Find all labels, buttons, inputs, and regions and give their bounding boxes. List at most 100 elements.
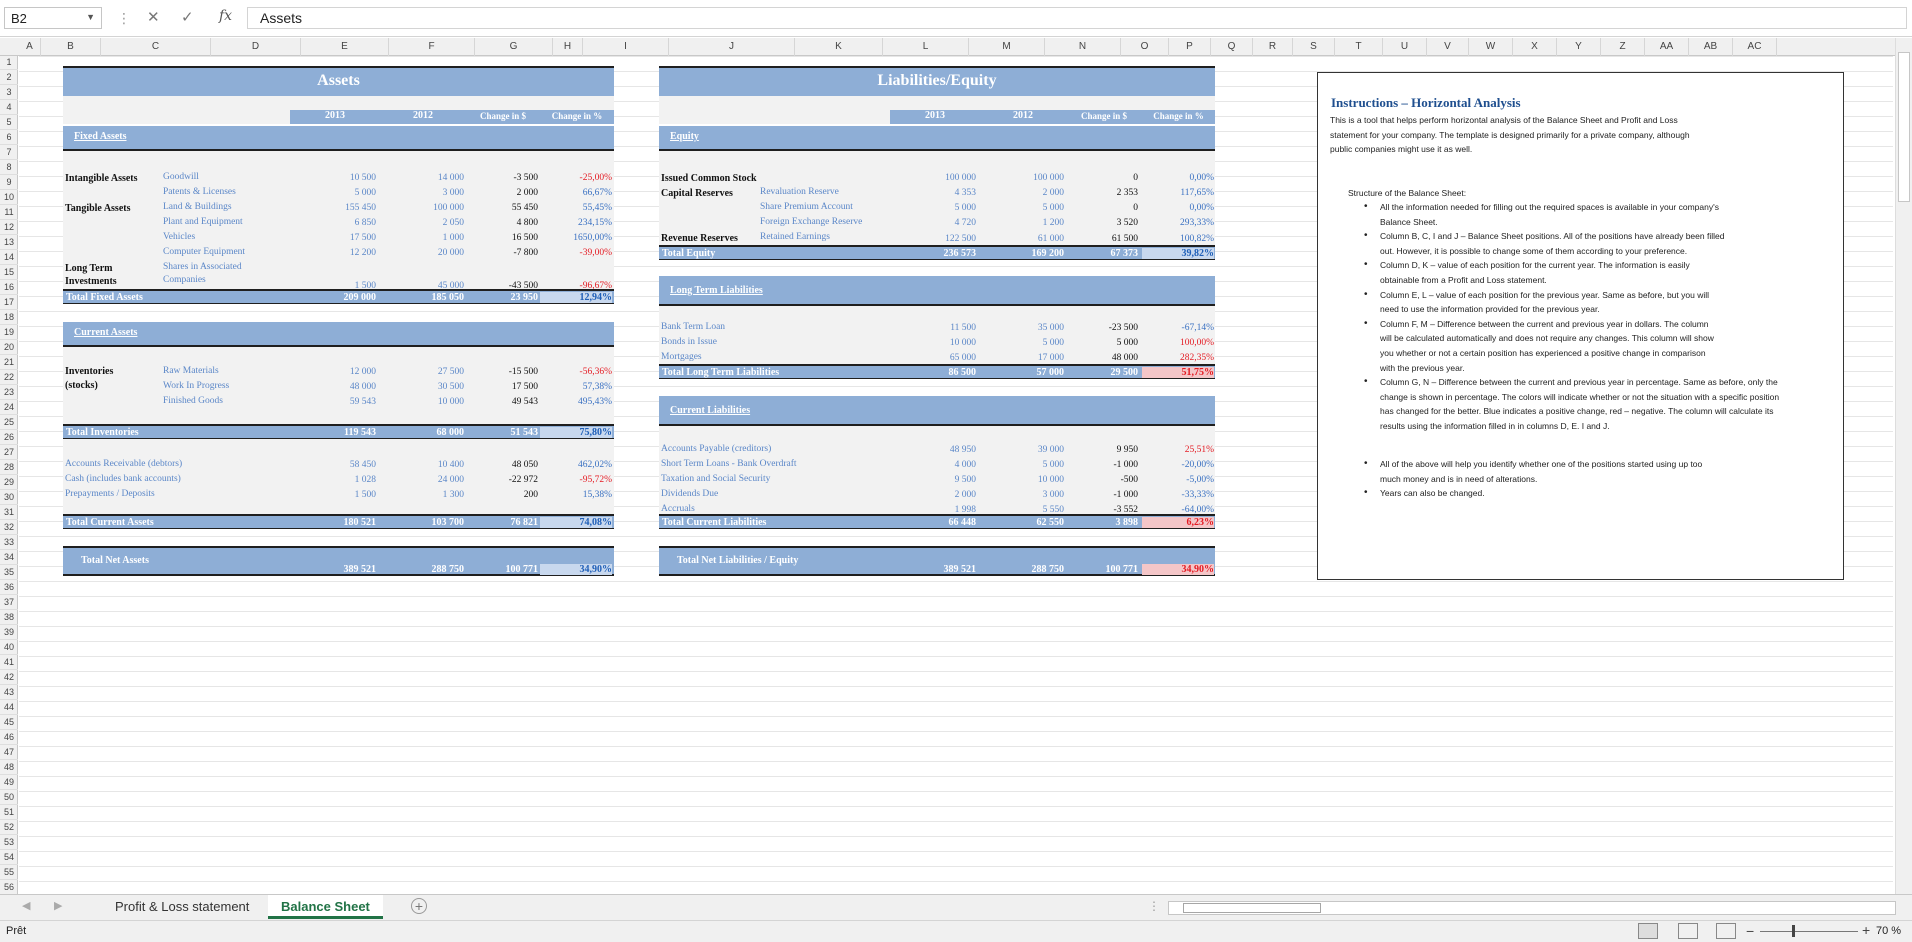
row-header[interactable]: 41 bbox=[0, 655, 18, 670]
inventory-value-2013[interactable]: 48 000 bbox=[290, 382, 376, 392]
retained-2012[interactable]: 61 000 bbox=[978, 234, 1064, 244]
column-header[interactable]: W bbox=[1469, 38, 1513, 56]
row-header[interactable]: 54 bbox=[0, 850, 18, 865]
column-header[interactable]: AA bbox=[1645, 38, 1689, 56]
issued-pct[interactable]: 0,00% bbox=[1142, 173, 1214, 183]
cl-pct[interactable]: -33,33% bbox=[1142, 490, 1214, 500]
row-header[interactable]: 48 bbox=[0, 760, 18, 775]
ltl-pct[interactable]: 100,00% bbox=[1142, 338, 1214, 348]
long-term-liabilities-title[interactable]: Long Term Liabilities bbox=[659, 276, 1215, 306]
next-sheet-icon[interactable]: ▶ bbox=[54, 899, 62, 912]
row-header[interactable]: 16 bbox=[0, 280, 18, 295]
total-net-liab-row[interactable]: Total Net Liabilities / Equity 389 521 2… bbox=[659, 546, 1215, 576]
fixed-asset-change[interactable]: 4 800 bbox=[466, 218, 538, 228]
column-header[interactable]: P bbox=[1169, 38, 1211, 56]
fixed-asset-value-2012[interactable]: 14 000 bbox=[378, 173, 464, 183]
row-header[interactable]: 55 bbox=[0, 865, 18, 880]
cl-value-2013[interactable]: 9 500 bbox=[890, 475, 976, 485]
fixed-asset-value-2012[interactable]: 1 000 bbox=[378, 233, 464, 243]
cl-change[interactable]: -1 000 bbox=[1066, 490, 1138, 500]
column-header[interactable]: AB bbox=[1689, 38, 1733, 56]
issued-2013[interactable]: 100 000 bbox=[890, 173, 976, 183]
row-header[interactable]: 31 bbox=[0, 505, 18, 520]
row-header[interactable]: 38 bbox=[0, 610, 18, 625]
retained-pct[interactable]: 100,82% bbox=[1142, 234, 1214, 244]
row-header[interactable]: 14 bbox=[0, 250, 18, 265]
zoom-slider[interactable] bbox=[1760, 931, 1858, 932]
ltl-change[interactable]: -23 500 bbox=[1066, 323, 1138, 333]
zoom-level[interactable]: 70 % bbox=[1876, 925, 1901, 937]
current-assets-title[interactable]: Current Assets bbox=[63, 322, 614, 347]
issued-change[interactable]: 0 bbox=[1066, 173, 1138, 183]
column-header[interactable]: E bbox=[301, 38, 389, 56]
page-break-icon[interactable] bbox=[1716, 923, 1736, 939]
fixed-asset-pct[interactable]: -25,00% bbox=[540, 173, 612, 183]
inventory-value-2012[interactable]: 30 500 bbox=[378, 382, 464, 392]
row-header[interactable]: 27 bbox=[0, 445, 18, 460]
tab-balance-sheet[interactable]: Balance Sheet bbox=[268, 895, 383, 919]
current-asset-value-2013[interactable]: 1 028 bbox=[290, 475, 376, 485]
inventory-change[interactable]: 49 543 bbox=[466, 397, 538, 407]
row-header[interactable]: 20 bbox=[0, 340, 18, 355]
column-header[interactable]: F bbox=[389, 38, 475, 56]
inventory-change[interactable]: -15 500 bbox=[466, 367, 538, 377]
current-asset-pct[interactable]: 15,38% bbox=[540, 490, 612, 500]
row-header[interactable]: 29 bbox=[0, 475, 18, 490]
fixed-asset-value-2013[interactable]: 12 200 bbox=[290, 248, 376, 258]
total-cl-row[interactable]: Total Current Liabilities 66 448 62 550 … bbox=[659, 514, 1215, 529]
row-header[interactable]: 34 bbox=[0, 550, 18, 565]
normal-view-icon[interactable] bbox=[1638, 923, 1658, 939]
issued-2012[interactable]: 100 000 bbox=[978, 173, 1064, 183]
horizontal-scrollbar[interactable] bbox=[1168, 901, 1896, 915]
scroll-thumb[interactable] bbox=[1898, 52, 1910, 202]
column-header[interactable]: T bbox=[1335, 38, 1383, 56]
cl-pct[interactable]: 25,51% bbox=[1142, 445, 1214, 455]
inventory-pct[interactable]: 57,38% bbox=[540, 382, 612, 392]
current-asset-value-2012[interactable]: 24 000 bbox=[378, 475, 464, 485]
fixed-asset-value-2013[interactable]: 10 500 bbox=[290, 173, 376, 183]
cl-value-2013[interactable]: 2 000 bbox=[890, 490, 976, 500]
column-header[interactable]: G bbox=[475, 38, 553, 56]
row-header[interactable]: 26 bbox=[0, 430, 18, 445]
ltl-value-2013[interactable]: 10 000 bbox=[890, 338, 976, 348]
chevron-down-icon[interactable]: ▼ bbox=[86, 12, 95, 22]
cl-change[interactable]: 9 950 bbox=[1066, 445, 1138, 455]
zoom-thumb[interactable] bbox=[1792, 925, 1795, 937]
ltl-pct[interactable]: -67,14% bbox=[1142, 323, 1214, 333]
total-net-assets-row[interactable]: Total Net Assets 389 521 288 750 100 771… bbox=[63, 546, 614, 576]
column-header[interactable]: V bbox=[1427, 38, 1469, 56]
row-header[interactable]: 46 bbox=[0, 730, 18, 745]
current-asset-change[interactable]: 200 bbox=[466, 490, 538, 500]
column-header[interactable]: Q bbox=[1211, 38, 1253, 56]
row-header[interactable]: 53 bbox=[0, 835, 18, 850]
tab-profit-loss[interactable]: Profit & Loss statement bbox=[102, 895, 262, 919]
fixed-asset-pct[interactable]: 66,67% bbox=[540, 188, 612, 198]
zoom-in-icon[interactable]: + bbox=[1862, 922, 1870, 938]
row-header[interactable]: 52 bbox=[0, 820, 18, 835]
retained-2013[interactable]: 122 500 bbox=[890, 234, 976, 244]
row-header[interactable]: 8 bbox=[0, 160, 18, 175]
cancel-icon[interactable]: ✕ bbox=[147, 8, 160, 26]
column-header[interactable]: U bbox=[1383, 38, 1427, 56]
column-header[interactable]: L bbox=[883, 38, 969, 56]
fixed-asset-pct[interactable]: 55,45% bbox=[540, 203, 612, 213]
cl-change[interactable]: -1 000 bbox=[1066, 460, 1138, 470]
fixed-asset-value-2013[interactable]: 17 500 bbox=[290, 233, 376, 243]
fixed-asset-change[interactable]: 55 450 bbox=[466, 203, 538, 213]
row-header[interactable]: 9 bbox=[0, 175, 18, 190]
insert-function-icon[interactable]: fx bbox=[219, 8, 232, 24]
column-header[interactable]: X bbox=[1513, 38, 1557, 56]
instructions-box[interactable]: Instructions – Horizontal Analysis This … bbox=[1317, 72, 1844, 580]
capital-reserve-value-2013[interactable]: 4 353 bbox=[890, 188, 976, 198]
capital-reserve-value-2013[interactable]: 5 000 bbox=[890, 203, 976, 213]
inventory-value-2012[interactable]: 27 500 bbox=[378, 367, 464, 377]
capital-reserve-pct[interactable]: 293,33% bbox=[1142, 218, 1214, 228]
formula-input[interactable]: Assets bbox=[247, 7, 1907, 29]
ltl-value-2013[interactable]: 11 500 bbox=[890, 323, 976, 333]
row-header[interactable]: 18 bbox=[0, 310, 18, 325]
row-header[interactable]: 45 bbox=[0, 715, 18, 730]
row-header[interactable]: 37 bbox=[0, 595, 18, 610]
equity-title[interactable]: Equity bbox=[659, 126, 1215, 151]
zoom-out-icon[interactable]: − bbox=[1746, 923, 1754, 939]
prev-sheet-icon[interactable]: ◀ bbox=[22, 899, 30, 912]
